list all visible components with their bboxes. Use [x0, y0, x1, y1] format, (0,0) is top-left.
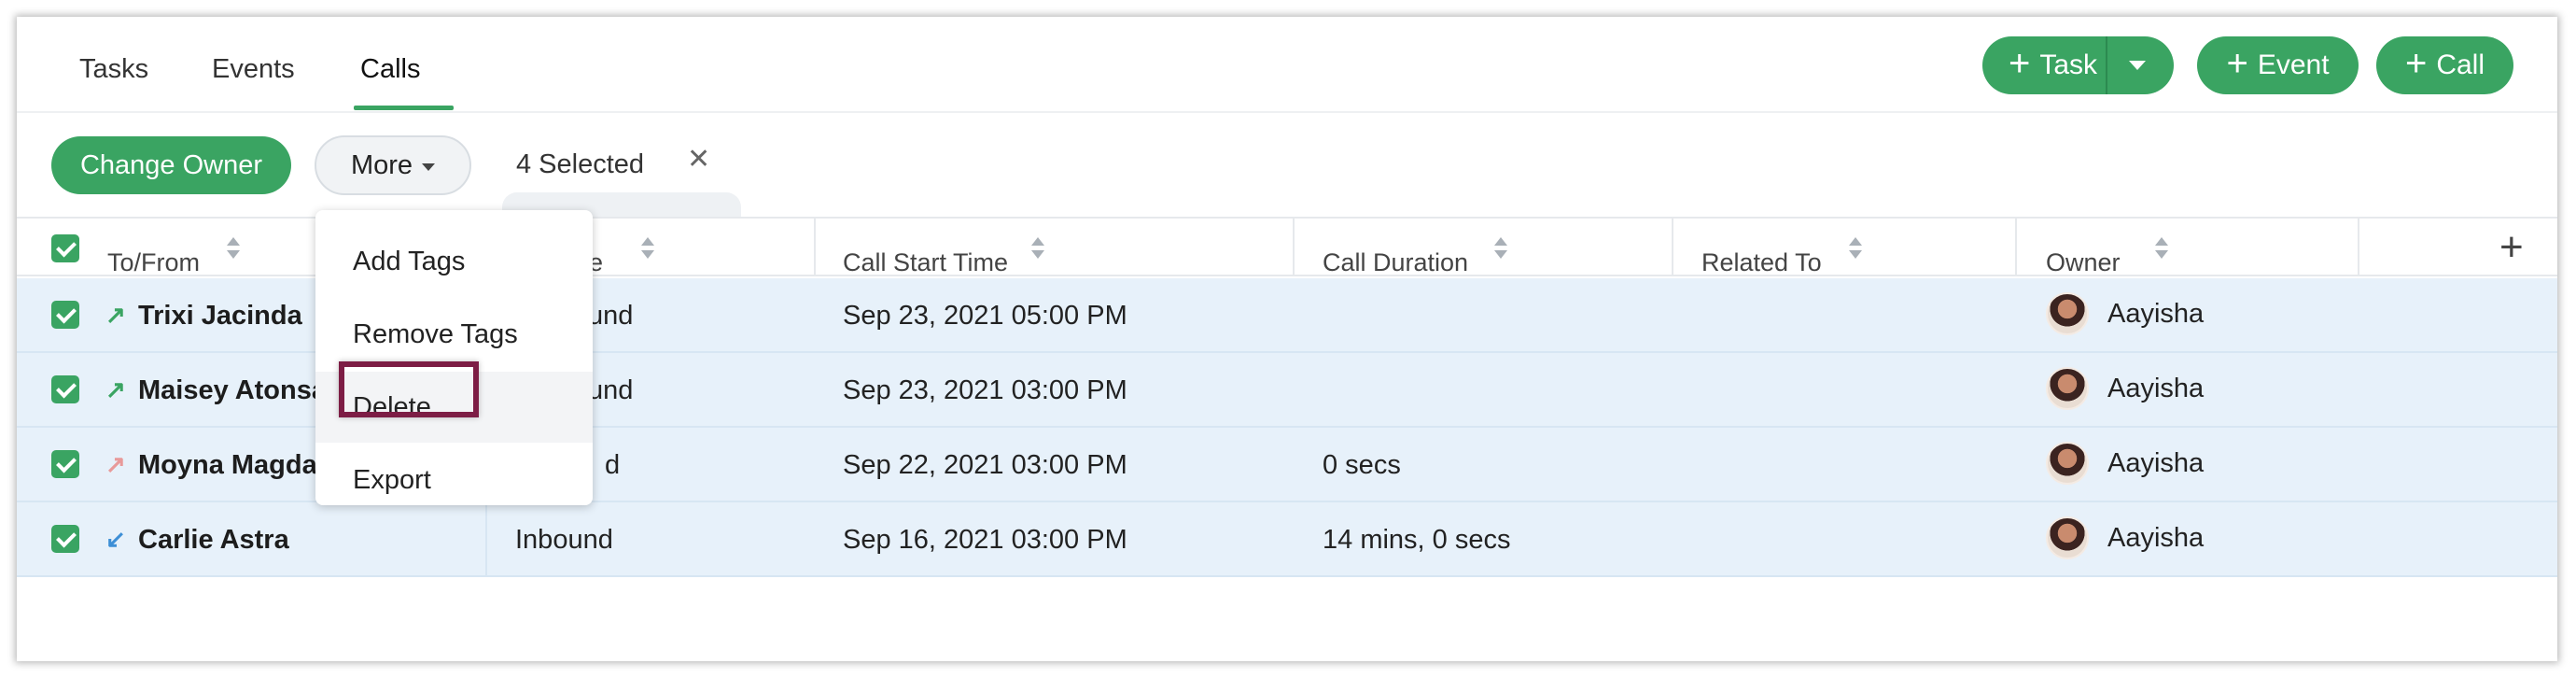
column-header-call-start-time[interactable]: Call Start Time [843, 248, 1008, 277]
missed-call-icon: ↗ [105, 450, 126, 478]
owner-avatar [2046, 367, 2089, 410]
task-button-divider [2106, 36, 2107, 94]
more-label: More [350, 149, 413, 180]
row-checkbox[interactable] [51, 375, 79, 403]
add-column-icon[interactable]: + [2499, 227, 2524, 268]
contact-name-link[interactable]: Carlie Astra [138, 525, 289, 556]
activities-panel: Tasks Events Calls + Task + Event + Call… [17, 17, 2557, 661]
call-type-cell: d [605, 450, 621, 480]
sort-icon[interactable] [226, 235, 241, 263]
tab-calls[interactable]: Calls [360, 54, 420, 85]
outgoing-call-icon: ↗ [105, 301, 126, 329]
task-dropdown-caret-icon[interactable] [2129, 61, 2146, 70]
column-divider[interactable] [2358, 217, 2359, 276]
plus-icon: + [2009, 43, 2031, 84]
add-call-label: Call [2436, 49, 2485, 80]
call-duration-cell: 14 mins, 0 secs [1323, 525, 1511, 555]
add-event-label: Event [2257, 49, 2330, 80]
tab-events[interactable]: Events [212, 54, 295, 85]
caret-down-icon [422, 163, 436, 171]
contact-name-link[interactable]: Moyna Magda [138, 450, 317, 481]
sort-icon[interactable] [1030, 235, 1045, 263]
owner-name: Aayisha [2107, 523, 2205, 553]
menu-item-remove-tags[interactable]: Remove Tags [315, 299, 593, 370]
tab-tasks[interactable]: Tasks [79, 54, 148, 85]
owner-avatar [2046, 292, 2089, 335]
row-checkbox[interactable] [51, 450, 79, 478]
call-type-cell: und [588, 375, 634, 405]
column-divider[interactable] [1293, 217, 1295, 276]
call-type-cell: und [588, 301, 634, 331]
sort-icon[interactable] [640, 235, 655, 263]
column-header-owner[interactable]: Owner [2046, 248, 2121, 277]
owner-name: Aayisha [2107, 448, 2205, 478]
column-header-to-from[interactable]: To/From [107, 248, 200, 277]
add-call-button[interactable]: + Call [2376, 36, 2513, 94]
owner-name: Aayisha [2107, 299, 2205, 329]
outgoing-call-icon: ↗ [105, 375, 126, 403]
select-all-checkbox[interactable] [51, 234, 79, 262]
column-divider[interactable] [814, 217, 816, 276]
column-header-call-duration[interactable]: Call Duration [1323, 248, 1468, 277]
sort-icon[interactable] [2154, 235, 2169, 263]
owner-name: Aayisha [2107, 374, 2205, 403]
column-divider[interactable] [1672, 217, 1673, 276]
menu-item-add-tags[interactable]: Add Tags [315, 226, 593, 297]
more-dropdown-menu: Add Tags Remove Tags Delete Export [315, 210, 593, 505]
column-divider[interactable] [2015, 217, 2017, 276]
incoming-call-icon: ↙ [105, 525, 126, 553]
sort-icon[interactable] [1493, 235, 1508, 263]
contact-name-link[interactable]: Maisey Atonsa [138, 375, 327, 406]
call-type-cell: Inbound [515, 525, 613, 555]
add-event-button[interactable]: + Event [2197, 36, 2359, 94]
row-checkbox[interactable] [51, 525, 79, 553]
tabs-divider [17, 111, 2557, 113]
plus-icon: + [2226, 43, 2248, 84]
call-duration-cell: 0 secs [1323, 450, 1401, 480]
sort-icon[interactable] [1848, 235, 1863, 263]
plus-icon: + [2404, 43, 2428, 84]
call-start-time-cell: Sep 23, 2021 05:00 PM [843, 301, 1127, 331]
change-owner-button[interactable]: Change Owner [51, 136, 291, 194]
selected-count: 4 Selected [516, 149, 645, 179]
delete-highlight-box [339, 361, 479, 417]
add-task-label: Task [2039, 49, 2098, 80]
call-start-time-cell: Sep 16, 2021 03:00 PM [843, 525, 1127, 555]
owner-avatar [2046, 516, 2089, 559]
owner-avatar [2046, 442, 2089, 485]
call-start-time-cell: Sep 22, 2021 03:00 PM [843, 450, 1127, 480]
row-checkbox[interactable] [51, 301, 79, 329]
call-start-time-cell: Sep 23, 2021 03:00 PM [843, 375, 1127, 405]
active-tab-indicator [354, 106, 454, 110]
column-header-related-to[interactable]: Related To [1701, 248, 1822, 277]
contact-name-link[interactable]: Trixi Jacinda [138, 301, 302, 332]
menu-item-export[interactable]: Export [315, 445, 593, 516]
clear-selection-icon[interactable]: ✕ [687, 143, 710, 176]
more-button[interactable]: More [315, 135, 471, 195]
